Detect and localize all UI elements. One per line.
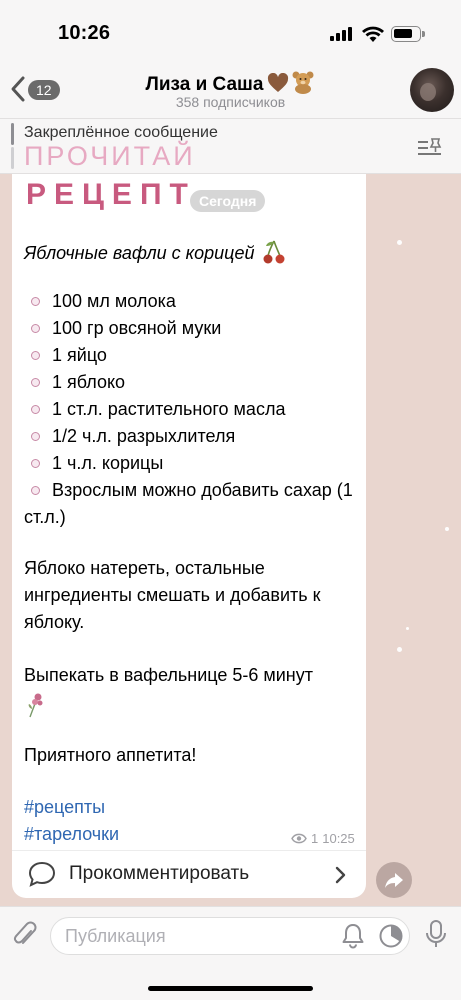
home-indicator [148, 986, 313, 991]
share-icon [385, 873, 403, 888]
pinned-indicator [11, 123, 14, 169]
channel-avatar[interactable] [410, 68, 454, 112]
list-item: 100 мл молока [24, 288, 354, 315]
recipe-heading: РЕЦЕПТ [26, 178, 196, 211]
bullet-icon [31, 297, 40, 306]
background-sparkle [397, 240, 402, 245]
background-sparkle [397, 647, 402, 652]
message-meta: 1 10:25 [291, 831, 355, 846]
message-time: 10:25 [322, 831, 355, 846]
chat-header: 12 Лиза и Саша 358 подписчиков [0, 62, 461, 118]
wifi-icon [362, 26, 384, 42]
bullet-icon [31, 459, 40, 468]
list-item: 1/2 ч.л. разрыхлителя [24, 423, 354, 450]
timer-icon[interactable] [378, 923, 404, 949]
channel-title[interactable]: Лиза и Саша [0, 70, 461, 96]
hashtag-link[interactable]: #тарелочки [24, 824, 119, 845]
instruction-step-2-text: Выпекать в вафельнице 5-6 минут [24, 665, 313, 685]
channel-name: Лиза и Саша [145, 74, 264, 95]
cellular-signal-icon [330, 27, 354, 41]
share-button[interactable] [376, 862, 412, 898]
list-item: 1 яйцо [24, 342, 354, 369]
instruction-step-1: Яблоко натереть, остальные ингредиенты с… [24, 558, 321, 632]
list-item: Взрослым можно добавить сахар (1 ст.л.) [24, 480, 353, 527]
ingredient-list: 100 мл молока 100 гр овсяной муки 1 яйцо… [24, 288, 354, 531]
bullet-icon [31, 324, 40, 333]
comment-label: Прокомментировать [69, 863, 250, 884]
hashtag-link[interactable]: #рецепты [24, 797, 105, 818]
recipe-title-text: Яблочные вафли с корицей [24, 243, 255, 263]
list-item: 1 яблоко [24, 369, 354, 396]
comment-icon [28, 861, 56, 887]
bullet-icon [31, 405, 40, 414]
list-item: 1 ст.л. растительного масла [24, 396, 354, 423]
message-bubble[interactable]: РЕЦЕПТ Сегодня Яблочные вафли с корицей … [12, 174, 366, 850]
attach-icon[interactable] [12, 921, 38, 951]
bullet-icon [31, 351, 40, 360]
pinned-label: Закреплённое сообщение [24, 124, 218, 141]
closing-text: Приятного аппетита! [24, 745, 197, 765]
status-time: 10:26 [58, 22, 111, 44]
battery-icon [391, 26, 425, 42]
heart-icon [268, 73, 289, 92]
cherry-icon [263, 240, 284, 264]
list-item: 100 гр овсяной муки [24, 315, 354, 342]
date-pill: Сегодня [190, 190, 266, 212]
mic-icon[interactable] [425, 919, 447, 949]
pinned-text: ПРОЧИТАЙ [24, 141, 196, 171]
list-item: 1 ч.л. корицы [24, 450, 354, 477]
chevron-right-icon [335, 866, 346, 884]
eye-icon [291, 833, 307, 844]
background-sparkle [406, 627, 409, 630]
recipe-title: Яблочные вафли с корицей [24, 239, 287, 265]
bullet-icon [31, 486, 40, 495]
instruction-step-2: Выпекать в вафельнице 5-6 минут [24, 662, 359, 719]
subscriber-count: 358 подписчиков [175, 94, 286, 110]
bullet-icon [31, 432, 40, 441]
comment-button[interactable]: Прокомментировать [12, 850, 366, 898]
pin-list-icon[interactable] [417, 135, 443, 157]
background-sparkle [445, 527, 449, 531]
bear-icon [292, 71, 314, 94]
view-count: 1 [311, 831, 319, 846]
bell-icon[interactable] [342, 923, 364, 949]
bullet-icon [31, 378, 40, 387]
flower-icon [28, 693, 43, 718]
pinned-message-bar[interactable]: Закреплённое сообщение ПРОЧИТАЙ [0, 118, 461, 174]
status-bar: 10:26 [0, 0, 461, 62]
